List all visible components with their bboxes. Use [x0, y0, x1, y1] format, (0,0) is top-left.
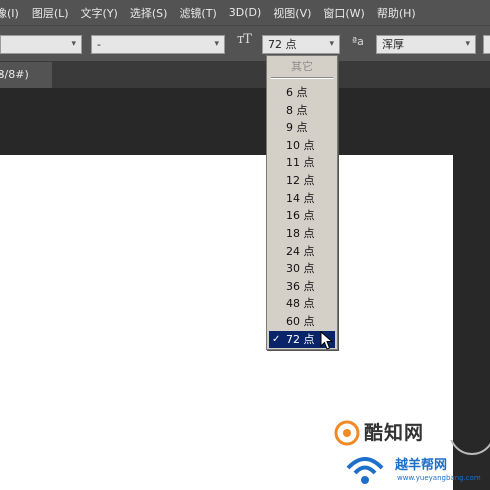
- antialias-value: 浑厚: [382, 38, 404, 51]
- size-option[interactable]: 60 点: [269, 313, 335, 330]
- close-icon[interactable]: ×: [0, 62, 5, 88]
- align-select[interactable]: [483, 35, 490, 54]
- menu-filter[interactable]: 滤镜(T): [179, 5, 216, 21]
- menu-layer[interactable]: 图层(L): [32, 5, 69, 21]
- dropdown-divider: [271, 77, 333, 79]
- antialias-icon: ªa: [352, 35, 364, 48]
- antialias-select[interactable]: 浑厚 ▾: [376, 35, 476, 54]
- font-size-dropdown: 其它 6 点 8 点 9 点 10 点 11 点 12 点 14 点 16 点 …: [266, 55, 338, 350]
- mouse-cursor-icon: [320, 331, 334, 350]
- watermark-url: www.yueyangbang.com: [397, 474, 481, 482]
- font-style-select[interactable]: - ▾: [91, 35, 225, 54]
- chevron-down-icon: ▾: [465, 39, 470, 49]
- size-option[interactable]: 8 点: [269, 102, 335, 119]
- menu-view[interactable]: 视图(V): [273, 5, 311, 21]
- size-option[interactable]: 11 点: [269, 154, 335, 171]
- size-option[interactable]: 10 点: [269, 137, 335, 154]
- chevron-down-icon: ▾: [329, 39, 334, 49]
- document-tab[interactable]: B/8#) ×: [0, 62, 52, 88]
- menu-window[interactable]: 窗口(W): [323, 5, 364, 21]
- size-option[interactable]: 6 点: [269, 84, 335, 101]
- menu-help[interactable]: 帮助(H): [377, 5, 416, 21]
- size-option[interactable]: 16 点: [269, 207, 335, 224]
- size-option[interactable]: 12 点: [269, 172, 335, 189]
- chevron-down-icon: ▾: [71, 39, 76, 49]
- menu-select[interactable]: 选择(S): [130, 5, 168, 21]
- size-option[interactable]: 14 点: [269, 190, 335, 207]
- size-option[interactable]: 24 点: [269, 243, 335, 260]
- size-option[interactable]: 48 点: [269, 295, 335, 312]
- dropdown-header: 其它: [291, 60, 313, 73]
- font-size-select[interactable]: 72 点 ▾: [262, 35, 340, 54]
- check-icon: ✓: [272, 334, 281, 345]
- size-option[interactable]: 36 点: [269, 278, 335, 295]
- font-family-select[interactable]: ▾: [0, 35, 82, 54]
- size-option[interactable]: 18 点: [269, 225, 335, 242]
- font-style-value: -: [97, 38, 101, 51]
- size-option[interactable]: 9 点: [269, 119, 335, 136]
- menu-3d[interactable]: 3D(D): [229, 6, 262, 19]
- size-option[interactable]: 30 点: [269, 260, 335, 277]
- menu-image[interactable]: 像(I): [0, 5, 19, 21]
- watermark-site-name-2: 越羊帮网: [395, 458, 448, 473]
- document-tab-strip: B/8#) ×: [0, 62, 490, 88]
- font-size-value: 72 点: [268, 38, 297, 51]
- menu-bar: 像(I) 图层(L) 文字(Y) 选择(S) 滤镜(T) 3D(D) 视图(V)…: [0, 0, 490, 25]
- chevron-down-icon: ▾: [214, 39, 219, 49]
- menu-type[interactable]: 文字(Y): [81, 5, 118, 21]
- font-size-icon: ᴛT: [237, 32, 252, 47]
